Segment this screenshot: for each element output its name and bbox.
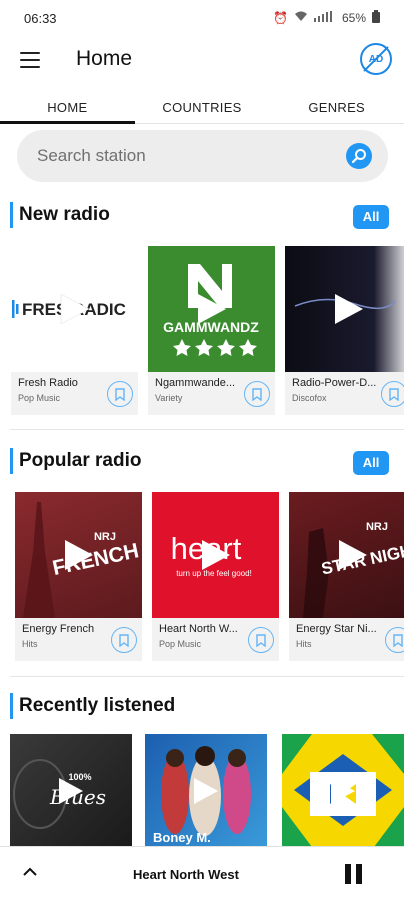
play-icon: [59, 777, 83, 804]
section-title-new-radio: New radio: [10, 202, 110, 228]
play-icon: [338, 540, 367, 570]
bookmark-button[interactable]: [107, 381, 133, 407]
station-genre: Discofox: [292, 393, 327, 403]
artwork-text: Boney M.: [153, 830, 211, 845]
station-artwork: [285, 246, 404, 372]
station-name: Radio-Power-D...: [292, 377, 377, 389]
station-card-heart-north-west[interactable]: heart turn up the feel good! Heart North…: [152, 492, 279, 661]
search-bar: [17, 130, 388, 182]
pause-icon-bar: [345, 864, 351, 884]
section-title-popular-radio: Popular radio: [10, 448, 141, 474]
search-button[interactable]: [346, 143, 372, 169]
menu-icon[interactable]: [20, 52, 40, 68]
play-icon: [334, 294, 363, 324]
section-title-recently-listened: Recently listened: [10, 693, 175, 719]
station-card-energy-french[interactable]: NRJ FRENCH Energy French Hits: [15, 492, 142, 661]
recent-station-card-brazil[interactable]: [282, 734, 404, 847]
station-card-energy-star-night[interactable]: NRJ STAR NIGHT Energy Star Ni... Hits: [289, 492, 404, 661]
new-radio-all-button[interactable]: All: [353, 205, 389, 229]
app-bar: Home AD: [0, 36, 404, 86]
bookmark-icon: [393, 633, 403, 647]
popular-radio-all-button[interactable]: All: [353, 451, 389, 475]
bookmark-button[interactable]: [111, 627, 137, 653]
ad-label: AD: [368, 53, 384, 65]
station-name: Energy Star Ni...: [296, 623, 377, 635]
play-icon: [197, 294, 226, 324]
station-genre: Hits: [22, 639, 38, 649]
station-artwork: NRJ STAR NIGHT: [289, 492, 404, 618]
bookmark-icon: [252, 387, 262, 401]
bookmark-icon: [119, 633, 129, 647]
tab-home[interactable]: HOME: [0, 92, 135, 124]
bookmark-button[interactable]: [244, 381, 270, 407]
bookmark-icon: [389, 387, 399, 401]
station-genre: Variety: [155, 393, 183, 403]
station-genre: Pop Music: [18, 393, 61, 403]
bookmark-icon: [256, 633, 266, 647]
station-artwork: NRJ FRENCH: [15, 492, 142, 618]
recent-station-card-boney-m[interactable]: Boney M.: [145, 734, 267, 847]
mini-player[interactable]: Heart North West: [0, 846, 404, 900]
play-icon: [331, 777, 355, 804]
play-icon: [194, 777, 218, 804]
wifi-icon: [294, 11, 308, 25]
station-card-fresh-radio[interactable]: FRES RADIC Fresh Radio Pop Music: [11, 246, 138, 415]
section-divider: [10, 676, 404, 677]
station-artwork: heart turn up the feel good!: [152, 492, 279, 618]
battery-icon: [372, 10, 380, 26]
station-artwork: FRES RADIC: [11, 246, 138, 372]
recent-station-card-blues[interactable]: 100% Blues: [10, 734, 132, 847]
status-time: 06:33: [24, 10, 57, 26]
tab-countries[interactable]: COUNTRIES: [135, 92, 270, 124]
tab-bar: HOME COUNTRIES GENRES: [0, 92, 404, 124]
play-icon: [60, 293, 90, 325]
bookmark-icon: [115, 387, 125, 401]
station-artwork: GAMMWANDZ: [148, 246, 275, 372]
pause-button[interactable]: [345, 864, 363, 884]
search-icon: [351, 149, 366, 164]
status-bar: 06:33 ⏰ 65%: [0, 0, 404, 36]
station-genre: Pop Music: [159, 639, 202, 649]
station-name: Fresh Radio: [18, 377, 78, 389]
remove-ads-icon[interactable]: AD: [360, 43, 392, 75]
station-brand-text: NRJ: [94, 531, 116, 543]
play-icon: [201, 540, 230, 570]
bookmark-button[interactable]: [381, 381, 404, 407]
status-icons: ⏰ 65%: [273, 10, 380, 26]
station-brand-text: NRJ: [366, 521, 388, 533]
tab-indicator: [0, 121, 135, 124]
bookmark-button[interactable]: [248, 627, 274, 653]
section-divider: [10, 429, 404, 430]
station-card-ngammwandze[interactable]: GAMMWANDZ Ngammwande... Variety: [148, 246, 275, 415]
station-name: Energy French: [22, 623, 95, 635]
battery-percent: 65%: [341, 11, 366, 25]
search-input[interactable]: [37, 146, 317, 166]
alarm-icon: ⏰: [273, 11, 288, 25]
station-genre: Hits: [296, 639, 312, 649]
play-icon: [64, 540, 93, 570]
station-card-radio-power[interactable]: Radio-Power-D... Discofox: [285, 246, 404, 415]
tab-genres[interactable]: GENRES: [269, 92, 404, 124]
signal-icon: [313, 11, 336, 25]
station-name: Heart North W...: [159, 623, 238, 635]
bookmark-button[interactable]: [385, 627, 404, 653]
station-name: Ngammwande...: [155, 377, 236, 389]
pause-icon-bar: [356, 864, 362, 884]
page-title: Home: [76, 47, 133, 70]
now-playing-title: Heart North West: [133, 867, 239, 882]
